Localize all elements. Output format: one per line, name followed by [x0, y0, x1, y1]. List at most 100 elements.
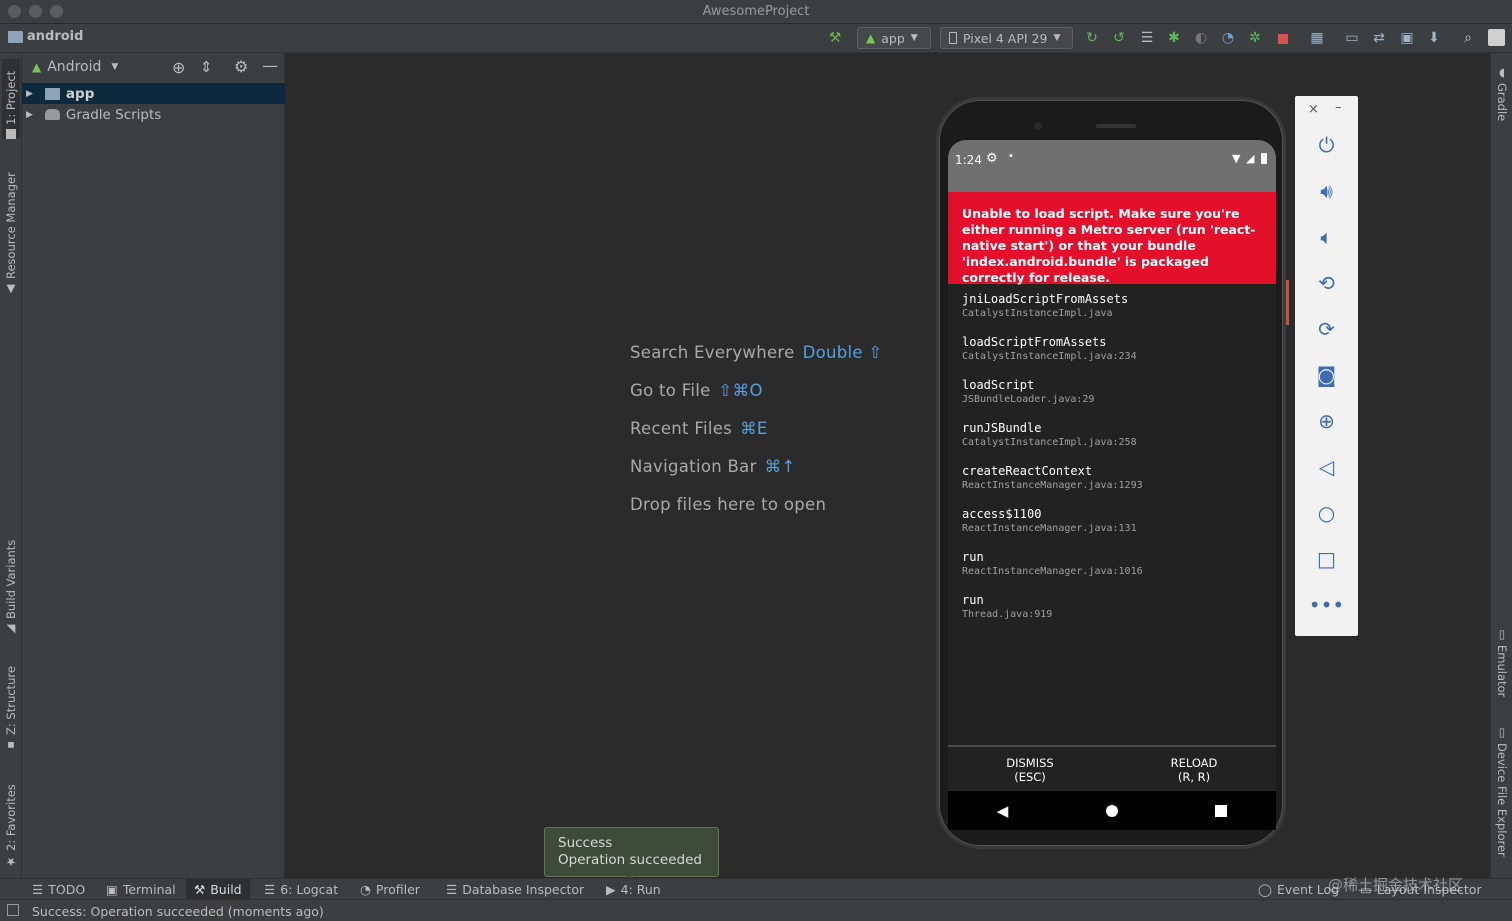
dismiss-button[interactable]: DISMISS (ESC): [948, 747, 1112, 791]
stack-frame[interactable]: loadScriptFromAssets CatalystInstanceImp…: [962, 335, 1137, 362]
gauge-icon: ◔: [360, 882, 371, 897]
tab-build[interactable]: ⚒ Build: [186, 879, 250, 900]
run-config-label: app: [881, 30, 905, 46]
tab-logcat[interactable]: ☰ 6: Logcat: [264, 879, 338, 900]
hint-shortcut: ⇧⌘O: [718, 381, 763, 400]
hide-panel-icon[interactable]: —: [262, 56, 278, 75]
tab-build-variants[interactable]: ◣ Build Variants: [2, 537, 20, 637]
camera-screenshot-icon[interactable]: ◙: [1295, 360, 1358, 390]
sync-gradle-icon[interactable]: ⇄: [1370, 29, 1388, 47]
profile-icon[interactable]: ◔: [1219, 29, 1237, 47]
list-icon: ☰: [32, 882, 44, 897]
tab-todo[interactable]: ☰ TODO: [32, 879, 85, 900]
tab-project[interactable]: 1: Project: [2, 59, 20, 139]
tab-profiler[interactable]: ◔ Profiler: [360, 879, 420, 900]
android-icon: ▲: [32, 60, 42, 74]
minimize-icon[interactable]: –: [1335, 100, 1342, 115]
gradle-elephant-icon: [44, 109, 60, 120]
folder-icon: [8, 30, 23, 43]
gear-icon[interactable]: ⚙: [234, 57, 248, 76]
tab-resource-manager-label: Resource Manager: [4, 172, 18, 279]
tab-event-log[interactable]: ◯ Event Log: [1258, 879, 1339, 900]
view-mode-label: Android: [47, 59, 102, 75]
reload-label: RELOAD: [1170, 756, 1218, 770]
close-icon[interactable]: ×: [1308, 102, 1319, 117]
tab-run[interactable]: ▶ 4: Run: [606, 879, 661, 900]
apply-code-changes-icon[interactable]: ↺: [1110, 29, 1128, 47]
breadcrumb[interactable]: android: [8, 29, 83, 44]
logcat-list-icon[interactable]: ☰: [1138, 29, 1156, 47]
stack-frame[interactable]: access$1100 ReactInstanceManager.java:13…: [962, 507, 1137, 534]
rotate-right-icon[interactable]: ⟳: [1295, 314, 1358, 344]
status-message[interactable]: Success: Operation succeeded (moments ag…: [32, 904, 324, 919]
rotate-left-icon[interactable]: ⟲: [1295, 268, 1358, 298]
tree-item-app[interactable]: ▶ app: [22, 83, 285, 104]
volume-up-icon[interactable]: 🔊︎: [1295, 176, 1358, 206]
sdk-manager-icon[interactable]: ⬇: [1425, 29, 1443, 47]
zoom-icon[interactable]: ⊕: [1295, 406, 1358, 436]
avatar[interactable]: [1488, 29, 1505, 46]
tree-item-gradle-scripts[interactable]: ▶ Gradle Scripts: [22, 104, 285, 125]
search-icon[interactable]: ⌕: [1459, 29, 1477, 47]
avd-manager-icon[interactable]: ▣: [1398, 29, 1416, 47]
stack-file: CatalystInstanceImpl.java:258: [962, 437, 1137, 448]
device-screen[interactable]: 1:24 ⚙ • ▼ ◢ Unable to load script. Make…: [948, 140, 1276, 830]
tab-emulator[interactable]: ▯ Emulator: [1493, 627, 1511, 701]
stop-icon[interactable]: [1278, 34, 1288, 44]
hint-label: Navigation Bar: [630, 457, 757, 476]
stack-frame[interactable]: jniLoadScriptFromAssets CatalystInstance…: [962, 292, 1128, 319]
chevron-down-icon: ▼: [1053, 33, 1061, 43]
tab-database-inspector[interactable]: ☰ Database Inspector: [446, 879, 584, 900]
dismiss-shortcut: (ESC): [1014, 770, 1046, 784]
hint-label: Recent Files: [630, 419, 733, 438]
tab-project-label: 1: Project: [4, 70, 18, 125]
debug-bug-icon[interactable]: ✱: [1165, 29, 1183, 47]
notification-dot-icon: •: [1008, 151, 1014, 162]
power-icon[interactable]: ⏻: [1295, 130, 1358, 160]
stack-frame[interactable]: runJSBundle CatalystInstanceImpl.java:25…: [962, 421, 1137, 448]
status-bar: Success: Operation succeeded (moments ag…: [0, 899, 1512, 921]
make-project-hammer-icon[interactable]: ⚒: [826, 29, 844, 47]
project-structure-icon[interactable]: ▦: [1308, 29, 1326, 47]
tab-gradle[interactable]: ◖ Gradle: [1493, 65, 1511, 125]
overview-icon[interactable]: □: [1295, 544, 1358, 574]
hint-shortcut: ⌘E: [740, 419, 768, 438]
view-mode-select[interactable]: ▲ Android ▼: [32, 59, 118, 75]
redbox-error-message: Unable to load script. Make sure you're …: [948, 192, 1276, 285]
tab-device-file-explorer[interactable]: ▯ Device File Explorer: [1493, 725, 1511, 865]
apply-changes-restart-icon[interactable]: ↻: [1083, 29, 1101, 47]
tab-favorites[interactable]: ★ 2: Favorites: [2, 775, 20, 869]
locate-crosshair-icon[interactable]: ⊕: [172, 58, 185, 77]
device-scroll-indicator: [1286, 280, 1289, 325]
attach-debugger-icon[interactable]: ✲: [1246, 29, 1264, 47]
volume-down-icon[interactable]: 🔈︎: [1295, 222, 1358, 252]
tab-todo-label: TODO: [48, 882, 86, 897]
home-icon[interactable]: ○: [1295, 498, 1358, 528]
gradle-elephant-icon: ◖: [1495, 65, 1509, 79]
notification-balloon[interactable]: Success Operation succeeded: [544, 827, 719, 877]
title-bar: AwesomeProject: [0, 0, 1512, 24]
run-config-select[interactable]: ▲ app ▼: [857, 27, 931, 49]
tab-structure[interactable]: ▪ Z: Structure: [2, 663, 20, 753]
coverage-icon[interactable]: ◐: [1192, 29, 1210, 47]
stack-frame[interactable]: loadScript JSBundleLoader.java:29: [962, 378, 1094, 405]
nav-back-icon[interactable]: ◀: [997, 802, 1009, 820]
nav-recents-icon[interactable]: [1215, 804, 1228, 817]
stack-file: ReactInstanceManager.java:131: [962, 523, 1137, 534]
stack-frame[interactable]: createReactContext ReactInstanceManager.…: [962, 464, 1143, 491]
back-icon[interactable]: ◁: [1295, 452, 1358, 482]
collapse-all-icon[interactable]: ⇕: [200, 58, 213, 76]
stack-frame[interactable]: run ReactInstanceManager.java:1016: [962, 550, 1143, 577]
device-manager-icon[interactable]: ▭: [1343, 29, 1361, 47]
stack-frame[interactable]: run Thread.java:919: [962, 593, 1052, 620]
reload-button[interactable]: RELOAD (R, R): [1112, 747, 1276, 791]
tab-resource-manager[interactable]: ▲ Resource Manager: [2, 161, 20, 297]
toggle-tool-windows-icon[interactable]: [7, 904, 19, 916]
tab-terminal-label: Terminal: [122, 882, 176, 897]
hint-shortcut: ⌘↑: [764, 457, 796, 476]
tab-terminal[interactable]: ▣ Terminal: [106, 879, 176, 900]
device-select[interactable]: Pixel 4 API 29 ▼: [940, 27, 1073, 49]
more-icon[interactable]: •••: [1295, 590, 1358, 620]
tree-item-label: Gradle Scripts: [65, 106, 162, 123]
nav-home-icon[interactable]: [1105, 804, 1118, 817]
